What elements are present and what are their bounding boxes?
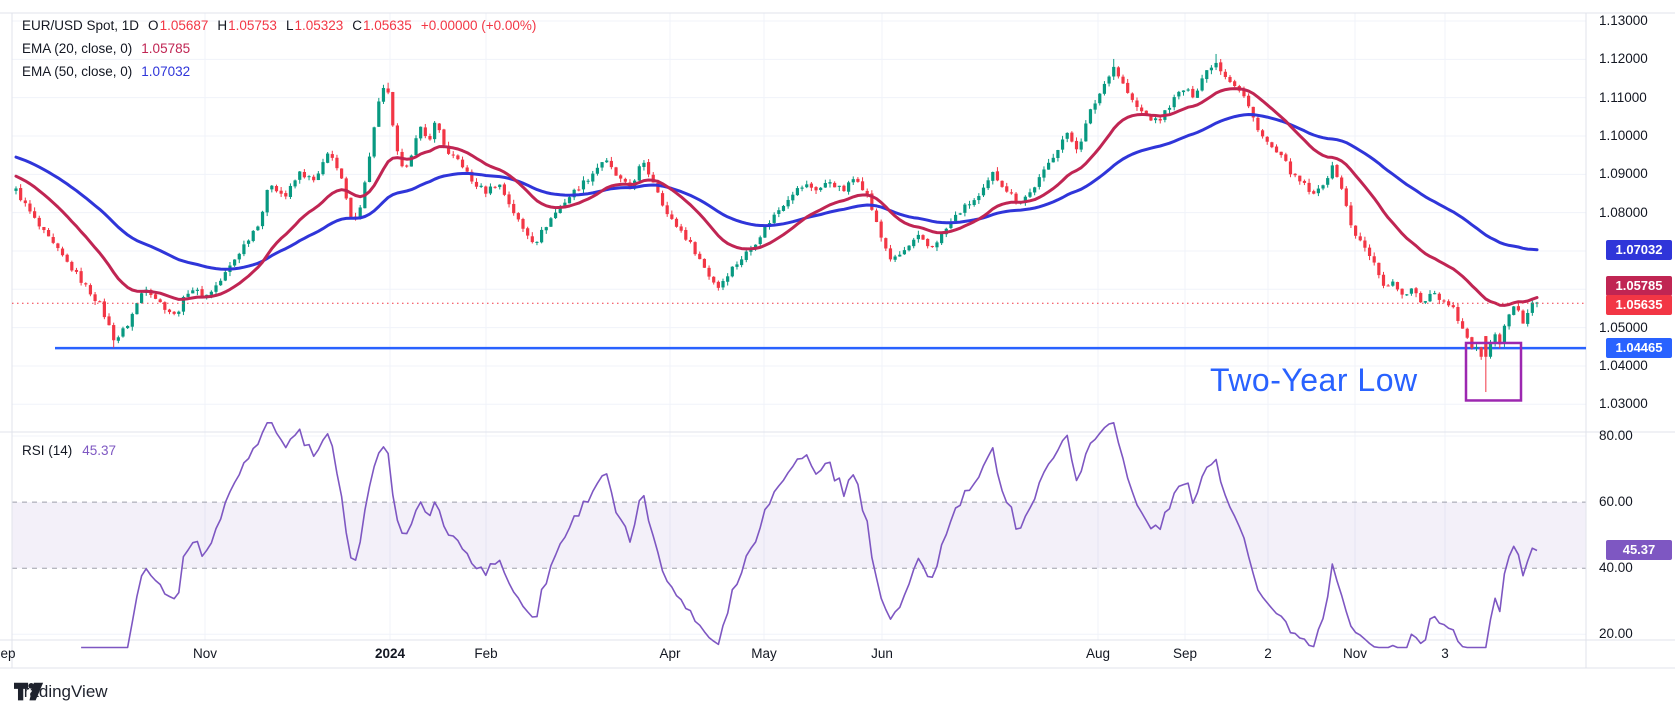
price-axis-label: 1.10000 xyxy=(1599,128,1673,143)
price-axis-label: 1.05000 xyxy=(1599,320,1673,335)
two-year-low-highlight-rect xyxy=(1466,343,1521,400)
time-axis-label: Nov xyxy=(1343,646,1367,661)
candlestick-series xyxy=(14,54,1538,392)
ema20-legend-row[interactable]: EMA (20, close, 0) 1.05785 xyxy=(22,37,536,60)
price-axis-label: 1.11000 xyxy=(1599,90,1673,105)
time-axis-label: 2024 xyxy=(375,646,405,661)
ohlc-high: H1.05753 xyxy=(217,14,277,37)
rsi-legend-row[interactable]: RSI (14) 45.37 xyxy=(22,443,116,458)
rsi-label: RSI (14) xyxy=(22,443,72,458)
symbol-title: EUR/USD Spot, 1D xyxy=(22,14,139,37)
ema20-label: EMA (20, close, 0) xyxy=(22,37,132,60)
price-axis-label: 1.12000 xyxy=(1599,51,1673,66)
price-axis-label: 1.09000 xyxy=(1599,166,1673,181)
ema20-price-badge: 1.05785 xyxy=(1606,276,1672,296)
ema20-value: 1.05785 xyxy=(141,37,190,60)
time-axis-label: Sep xyxy=(1173,646,1197,661)
rsi-axis-label: 20.00 xyxy=(1599,626,1673,641)
price-axis-label: 1.13000 xyxy=(1599,13,1673,28)
time-axis-label: May xyxy=(751,646,777,661)
last-price-badge: 1.05635 xyxy=(1606,295,1672,315)
time-axis-label: Jun xyxy=(871,646,893,661)
chart-legend: EUR/USD Spot, 1D O1.05687 H1.05753 L1.05… xyxy=(22,14,536,83)
time-axis-label: Apr xyxy=(659,646,680,661)
symbol-legend-row[interactable]: EUR/USD Spot, 1D O1.05687 H1.05753 L1.05… xyxy=(22,14,536,37)
rsi-value: 45.37 xyxy=(82,443,116,458)
tradingview-attribution[interactable]: TradingView xyxy=(14,682,108,702)
ema50-label: EMA (50, close, 0) xyxy=(22,60,132,83)
two-year-low-annotation[interactable]: Two-Year Low xyxy=(1210,362,1418,399)
tradingview-chart-window: { "window": {"width": 1675, "height": 71… xyxy=(0,0,1675,718)
price-axis-label: 1.08000 xyxy=(1599,205,1673,220)
support-price-badge: 1.04465 xyxy=(1606,338,1672,358)
change-value: +0.00000 (+0.00%) xyxy=(421,14,537,37)
ema50-price-badge: 1.07032 xyxy=(1606,240,1672,260)
rsi-axis-label: 40.00 xyxy=(1599,560,1673,575)
tradingview-logo-icon xyxy=(14,682,44,702)
time-axis-label: Nov xyxy=(193,646,217,661)
ohlc-low: L1.05323 xyxy=(286,14,343,37)
time-axis-label: Feb xyxy=(474,646,497,661)
time-axis-label: ep xyxy=(0,646,15,661)
time-axis-label: 3 xyxy=(1441,646,1449,661)
rsi-value-badge: 45.37 xyxy=(1606,540,1672,560)
rsi-axis-label: 80.00 xyxy=(1599,428,1673,443)
price-axis-label: 1.04000 xyxy=(1599,358,1673,373)
ohlc-close: C1.05635 xyxy=(352,14,412,37)
ohlc-open: O1.05687 xyxy=(148,14,208,37)
ema50-legend-row[interactable]: EMA (50, close, 0) 1.07032 xyxy=(22,60,536,83)
ema20-line xyxy=(16,89,1537,306)
time-axis-label: 2 xyxy=(1264,646,1272,661)
rsi-axis-label: 60.00 xyxy=(1599,494,1673,509)
chart-canvas[interactable] xyxy=(0,0,1675,718)
price-axis-label: 1.03000 xyxy=(1599,396,1673,411)
time-axis-label: Aug xyxy=(1086,646,1110,661)
ema50-value: 1.07032 xyxy=(141,60,190,83)
